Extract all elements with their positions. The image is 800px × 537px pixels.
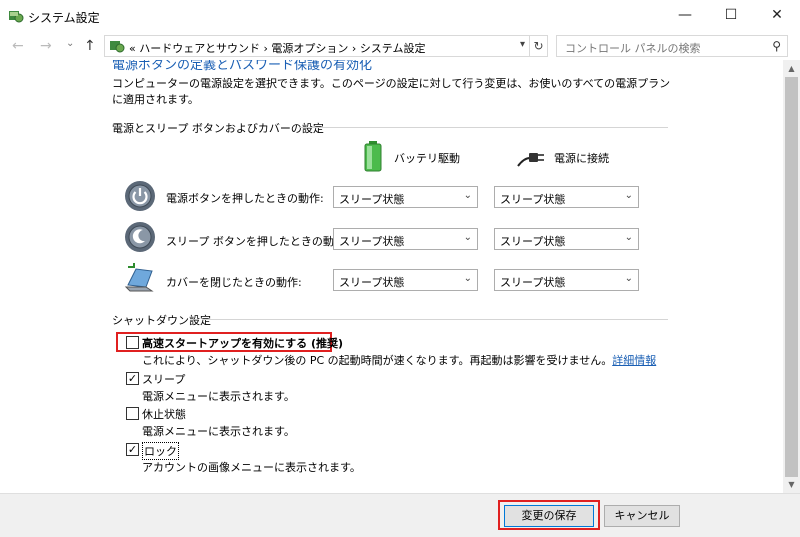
power-group-heading: 電源とスリープ ボタンおよびカバーの設定 bbox=[112, 122, 324, 135]
control-panel-icon bbox=[110, 41, 125, 53]
footer-bar: 変更の保存 キャンセル bbox=[0, 493, 800, 537]
navigation-bar: ← → ⌄ ↑ « ハードウェアとサウンド › 電源オプション › システム設定… bbox=[0, 32, 800, 60]
laptop-lid-icon bbox=[124, 263, 154, 292]
forward-arrow-icon[interactable]: → bbox=[40, 38, 52, 54]
group-divider bbox=[202, 319, 668, 320]
sleep-button-label: スリープ ボタンを押したときの動作: bbox=[166, 235, 349, 248]
control-panel-icon bbox=[9, 11, 24, 23]
lid-close-label: カバーを閉じたときの動作: bbox=[166, 276, 302, 289]
chevron-down-icon[interactable]: ▾ bbox=[520, 39, 525, 50]
cancel-button[interactable]: キャンセル bbox=[604, 505, 680, 527]
fast-startup-description: これにより、シャットダウン後の PC の起動時間が速くなります。再起動は影響を受… bbox=[142, 354, 657, 367]
search-placeholder: コントロール パネルの検索 bbox=[565, 42, 701, 55]
chevron-down-icon: ⌄ bbox=[463, 273, 472, 284]
lock-description: アカウントの画像メニューに表示されます。 bbox=[142, 461, 361, 474]
battery-icon bbox=[364, 141, 382, 172]
power-button-icon bbox=[125, 181, 155, 211]
maximize-button[interactable]: ☐ bbox=[708, 0, 754, 30]
fast-startup-checkbox[interactable] bbox=[126, 336, 139, 349]
group-divider bbox=[300, 127, 668, 128]
power-button-plugged-select[interactable]: スリープ状態 ⌄ bbox=[494, 186, 639, 208]
save-changes-button[interactable]: 変更の保存 bbox=[504, 505, 594, 527]
scroll-thumb[interactable] bbox=[785, 77, 798, 477]
power-button-label: 電源ボタンを押したときの動作: bbox=[166, 192, 324, 205]
page-description: コンピューターの電源設定を選択できます。このページの設定に対して行う変更は、お使… bbox=[112, 77, 671, 106]
hibernate-label[interactable]: 休止状態 bbox=[142, 406, 186, 422]
sleep-checkbox[interactable]: ✓ bbox=[126, 372, 139, 385]
breadcrumb[interactable]: « ハードウェアとサウンド › 電源オプション › システム設定 bbox=[129, 40, 425, 56]
page-heading: 電源ボタンの定義とパスワード保護の有効化 bbox=[112, 60, 373, 73]
lock-checkbox[interactable]: ✓ bbox=[126, 443, 139, 456]
scroll-up-icon[interactable]: ▲ bbox=[783, 60, 800, 77]
power-plug-icon bbox=[517, 153, 544, 167]
chevron-down-icon: ⌄ bbox=[624, 273, 633, 284]
sleep-button-battery-select[interactable]: スリープ状態 ⌄ bbox=[333, 228, 478, 250]
title-bar: システム設定 — ☐ ✕ bbox=[0, 0, 800, 32]
sleep-button-plugged-select[interactable]: スリープ状態 ⌄ bbox=[494, 228, 639, 250]
scroll-down-icon[interactable]: ▼ bbox=[783, 476, 800, 493]
hibernate-description: 電源メニューに表示されます。 bbox=[142, 425, 295, 438]
chevron-down-icon: ⌄ bbox=[624, 190, 633, 201]
close-button[interactable]: ✕ bbox=[754, 0, 800, 30]
search-input[interactable]: コントロール パネルの検索 ⚲ bbox=[556, 35, 788, 57]
refresh-button[interactable]: ↻ bbox=[530, 35, 548, 57]
chevron-down-icon: ⌄ bbox=[463, 232, 472, 243]
plugged-in-column-header: 電源に接続 bbox=[554, 152, 609, 165]
recent-locations-icon[interactable]: ⌄ bbox=[66, 38, 74, 49]
power-button-battery-select[interactable]: スリープ状態 ⌄ bbox=[333, 186, 478, 208]
chevron-down-icon: ⌄ bbox=[463, 190, 472, 201]
lock-label[interactable]: ロック bbox=[142, 442, 179, 460]
shutdown-group-heading: シャットダウン設定 bbox=[112, 314, 211, 327]
search-icon[interactable]: ⚲ bbox=[772, 39, 781, 53]
chevron-down-icon: ⌄ bbox=[624, 232, 633, 243]
address-bar[interactable]: « ハードウェアとサウンド › 電源オプション › システム設定 ▾ bbox=[104, 35, 530, 57]
vertical-scrollbar[interactable]: ▲ ▼ bbox=[783, 60, 800, 493]
up-arrow-icon[interactable]: ↑ bbox=[84, 38, 96, 54]
sleep-button-icon bbox=[125, 222, 155, 252]
sleep-label[interactable]: スリープ bbox=[142, 371, 185, 387]
window-title: システム設定 bbox=[28, 11, 100, 25]
lid-close-plugged-select[interactable]: スリープ状態 ⌄ bbox=[494, 269, 639, 291]
sleep-description: 電源メニューに表示されます。 bbox=[142, 390, 295, 403]
hibernate-checkbox[interactable] bbox=[126, 407, 139, 420]
main-content: 電源ボタンの定義とパスワード保護の有効化 コンピューターの電源設定を選択できます… bbox=[0, 60, 783, 493]
battery-column-header: バッテリ駆動 bbox=[394, 152, 460, 165]
fast-startup-label[interactable]: 高速スタートアップを有効にする (推奨) bbox=[142, 335, 343, 351]
learn-more-link[interactable]: 詳細情報 bbox=[612, 354, 656, 367]
lid-close-battery-select[interactable]: スリープ状態 ⌄ bbox=[333, 269, 478, 291]
back-arrow-icon[interactable]: ← bbox=[12, 38, 24, 54]
minimize-button[interactable]: — bbox=[662, 0, 708, 30]
